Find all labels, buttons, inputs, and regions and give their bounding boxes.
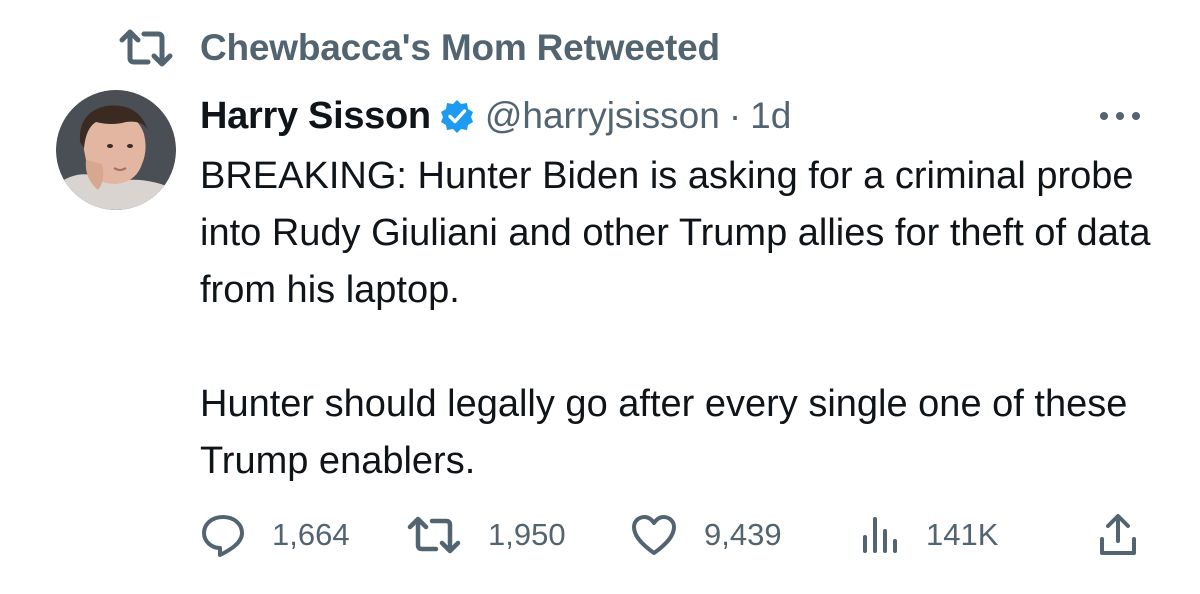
tweet-paragraph: Hunter should legally go after every sin… xyxy=(200,383,1128,482)
views-chart-icon xyxy=(860,515,900,555)
retweet-icon xyxy=(406,515,462,555)
retweet-count: 1,950 xyxy=(488,517,566,552)
reply-button[interactable]: 1,664 xyxy=(200,507,350,563)
tweet-timestamp[interactable]: 1d xyxy=(750,95,791,137)
share-icon xyxy=(1098,513,1138,557)
like-count: 9,439 xyxy=(704,517,782,552)
author-display-name[interactable]: Harry Sisson xyxy=(200,95,431,138)
tweet-paragraph: BREAKING: Hunter Biden is asking for a c… xyxy=(200,155,1151,311)
avatar[interactable] xyxy=(56,90,176,210)
paragraph-spacer xyxy=(200,319,1160,376)
share-button[interactable] xyxy=(1098,507,1138,563)
retweet-context[interactable]: Chewbacca's Mom Retweeted xyxy=(118,24,720,72)
views-button[interactable]: 141K xyxy=(860,507,998,563)
retweet-icon xyxy=(118,28,174,68)
views-count: 141K xyxy=(926,517,999,552)
more-options-icon[interactable] xyxy=(1098,104,1142,128)
heart-icon xyxy=(630,513,678,557)
tweet-actions: 1,664 1,950 9,439 141K xyxy=(200,507,1150,563)
like-button[interactable]: 9,439 xyxy=(630,507,782,563)
retweet-button[interactable]: 1,950 xyxy=(406,507,566,563)
tweet-header: Harry Sisson @harryjsisson · 1d xyxy=(200,88,791,144)
author-handle[interactable]: @harryjsisson xyxy=(485,95,720,137)
tweet-text: BREAKING: Hunter Biden is asking for a c… xyxy=(200,148,1160,490)
separator-dot: · xyxy=(728,95,742,136)
verified-badge-icon xyxy=(439,98,475,134)
reply-count: 1,664 xyxy=(272,517,350,552)
reply-icon xyxy=(200,512,246,558)
retweet-context-label[interactable]: Chewbacca's Mom Retweeted xyxy=(200,27,720,69)
